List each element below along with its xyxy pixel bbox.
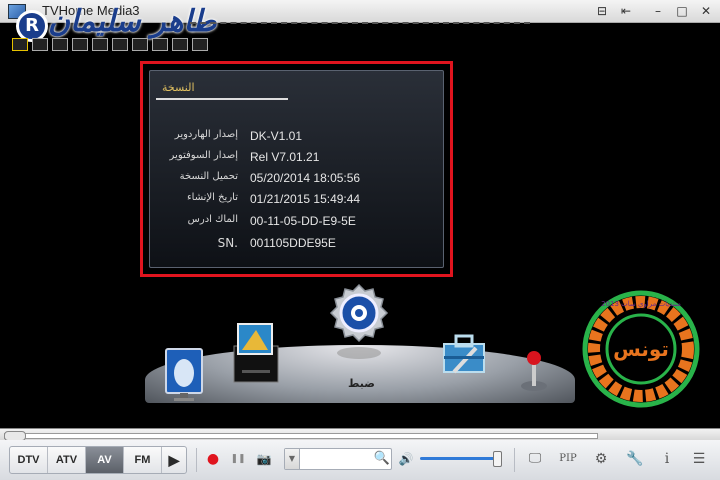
seek-track[interactable] — [4, 433, 598, 439]
info-value: DK-V1.01 — [250, 129, 303, 143]
info-value: 05/20/2014 18:05:56 — [250, 171, 361, 185]
menu-list-icon[interactable]: ☰ — [688, 450, 710, 468]
volume-icon[interactable]: 🔊 — [397, 450, 415, 468]
wrench-icon[interactable]: 🔧 — [624, 450, 646, 468]
source-dtv-button[interactable]: DTV — [10, 447, 48, 473]
osd-mini-toolbar — [12, 38, 208, 51]
separator — [514, 448, 515, 472]
info-icon[interactable]: i — [656, 450, 678, 468]
info-label: إصدار الهاردوير — [174, 129, 238, 140]
media-icon[interactable] — [232, 322, 280, 386]
volume-handle[interactable] — [493, 451, 502, 467]
search-icon[interactable]: 🔍 — [373, 449, 391, 469]
version-info-panel: النسخة إصدار الهاردوير DK-V1.01 إصدار ال… — [149, 70, 444, 268]
highlight-frame: النسخة إصدار الهاردوير DK-V1.01 إصدار ال… — [140, 61, 453, 277]
osd-icon — [32, 38, 48, 51]
title-underline — [156, 98, 288, 100]
maximize-button[interactable]: □ — [672, 2, 692, 20]
info-value: Rel V7.01.21 — [250, 150, 320, 164]
osd-icon — [92, 38, 108, 51]
play-icon[interactable]: ▶ — [162, 447, 186, 473]
settings-gear-icon[interactable] — [327, 283, 391, 367]
osd-icon — [172, 38, 188, 51]
tv-icon[interactable] — [162, 345, 208, 403]
forum-logo-icon: تونس منتديات مراوي سات 2013 — [582, 290, 700, 408]
info-row: SN. 001105DDE95E — [150, 236, 443, 254]
info-row: تحميل النسخة 05/20/2014 18:05:56 — [150, 171, 443, 189]
logo-center-text: تونس — [613, 337, 669, 361]
osd-icon — [132, 38, 148, 51]
close-button[interactable]: ✕ — [696, 2, 716, 20]
info-label: SN. — [217, 236, 238, 250]
minimize-button[interactable]: – — [648, 2, 668, 20]
source-selector: DTV ATV AV FM ▶ — [9, 446, 187, 474]
info-row: الماك ادرس 00-11-05-DD-E9-5E — [150, 214, 443, 232]
osd-icon — [72, 38, 88, 51]
source-fm-button[interactable]: FM — [124, 447, 162, 473]
logo-ring-text: منتديات مراوي سات 2013 — [601, 300, 681, 308]
osd-icon — [192, 38, 208, 51]
info-row: إصدار الهاردوير DK-V1.01 — [150, 129, 443, 147]
separator — [196, 448, 197, 472]
settings-icon[interactable]: ⚙ — [590, 450, 612, 468]
selected-menu-caption: ضبط — [348, 377, 375, 390]
pin-icon[interactable]: ⇤ — [616, 2, 636, 20]
snapshot-icon[interactable]: 📷 — [254, 450, 274, 468]
toolbox-icon[interactable] — [440, 330, 490, 380]
source-av-button[interactable]: AV — [86, 447, 124, 473]
pause-icon[interactable]: ❚❚ — [229, 450, 247, 468]
osd-icon — [52, 38, 68, 51]
info-label: إصدار السوفتوير — [169, 150, 238, 161]
display-icon[interactable]: 🖵 — [524, 450, 546, 468]
info-label: تحميل النسخة — [179, 171, 238, 182]
osd-icon — [152, 38, 168, 51]
info-row: تاريخ الإنشاء 01/21/2015 15:49:44 — [150, 192, 443, 210]
channel-combo[interactable]: ▼ 🔍 — [284, 448, 392, 470]
volume-slider[interactable] — [420, 457, 500, 460]
info-value: 00-11-05-DD-E9-5E — [250, 214, 356, 228]
folder-icon — [12, 38, 28, 51]
pip-button[interactable]: PIP — [555, 450, 581, 468]
info-row: إصدار السوفتوير Rel V7.01.21 — [150, 150, 443, 168]
skin-icon[interactable]: ⊟ — [592, 2, 612, 20]
control-bar: DTV ATV AV FM ▶ ● ❚❚ 📷 ▼ 🔍 🔊 🖵 PIP ⚙ 🔧 i… — [0, 440, 720, 480]
osd-divider — [190, 22, 530, 30]
info-value: 001105DDE95E — [250, 236, 336, 250]
source-atv-button[interactable]: ATV — [48, 447, 86, 473]
info-label: الماك ادرس — [187, 214, 238, 225]
joystick-icon[interactable] — [518, 348, 550, 392]
record-icon[interactable]: ● — [204, 450, 222, 468]
osd-icon — [112, 38, 128, 51]
chevron-down-icon[interactable]: ▼ — [285, 449, 300, 469]
panel-title: النسخة — [162, 81, 195, 94]
info-label: تاريخ الإنشاء — [186, 192, 238, 203]
info-value: 01/21/2015 15:49:44 — [250, 192, 361, 206]
